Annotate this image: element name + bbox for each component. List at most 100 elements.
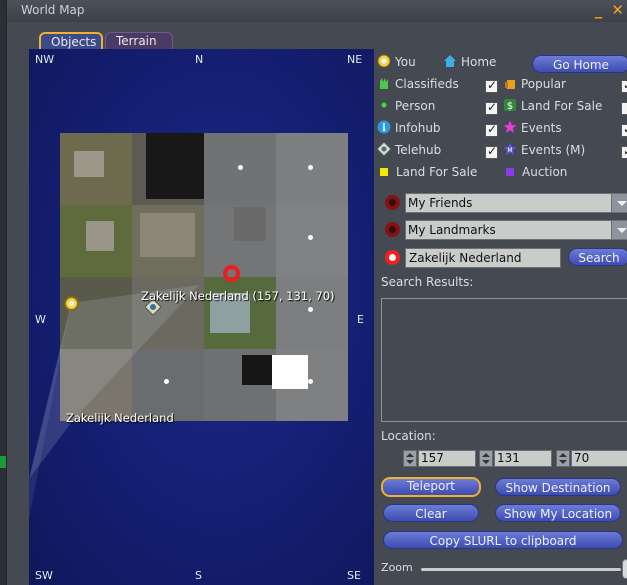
landmarks-dropdown[interactable]: My Landmarks [405,220,627,240]
popular-icon [505,80,515,89]
compass-sw: SW [35,569,53,582]
land-for-sale-swatch-icon [380,168,388,176]
popular-checkbox[interactable] [621,78,627,93]
home-icon [444,55,456,67]
search-input[interactable]: Zakelijk Nederland [405,248,561,268]
compass-w: W [35,313,46,326]
clear-button[interactable]: Clear [383,504,479,522]
events-checkbox[interactable] [621,122,627,137]
zoom-slider-track[interactable] [421,568,621,571]
location-x-field[interactable]: 157 [418,450,476,467]
landmarks-marker-icon [385,222,400,237]
object-marker[interactable] [238,165,243,170]
world-map-view[interactable]: NW N NE W E SW S SE Zakelijk Nederland (… [29,49,374,585]
region-tile[interactable] [60,133,348,421]
location-label: Location: [381,429,436,443]
parcel [60,277,132,349]
person-icon [381,102,387,108]
location-z-field[interactable]: 70 [571,450,627,467]
auction-swatch-icon [506,168,514,176]
compass-s: S [195,569,202,582]
compass-e: E [357,313,364,326]
events-mature-checkbox[interactable] [621,144,627,159]
region-name-label: Zakelijk Nederland [66,411,174,425]
parcel [272,355,308,389]
svg-text:i: i [382,123,386,134]
compass-n: N [195,53,204,66]
parcel [234,207,266,241]
object-marker[interactable] [308,307,313,312]
show-destination-button[interactable]: Show Destination [495,478,621,496]
parcel [242,355,272,385]
close-icon[interactable]: ✕ [611,1,624,19]
legend-person: Person [377,98,435,118]
parcel [276,277,348,349]
stepper-arrows-icon[interactable] [556,450,570,467]
hover-location-label: Zakelijk Nederland (157, 131, 70) [141,289,335,303]
object-marker[interactable] [164,379,169,384]
telehub-icon [377,142,391,156]
stepper-arrows-icon[interactable] [403,450,417,467]
go-home-button[interactable]: Go Home [532,55,627,73]
tab-terrain[interactable]: Terrain [105,32,173,50]
parcel [86,221,114,251]
compass-se: SE [347,569,361,582]
legend-popular: Popular [503,76,566,96]
search-results-list[interactable] [381,298,627,422]
friends-marker-icon [385,195,400,210]
dollar-sign-icon: $ [504,99,516,112]
search-marker-icon [385,250,400,265]
classifieds-icon [380,78,388,89]
legend-auction: Auction [503,165,567,185]
teleport-button[interactable]: Teleport [381,477,481,497]
legend-land-for-sale-color: Land For Sale [377,165,477,185]
parcel [74,151,104,177]
mature-star-icon: M [503,142,517,155]
chevron-down-icon[interactable] [611,194,627,212]
you-icon [377,54,391,68]
compass-ne: NE [347,53,363,66]
classifieds-checkbox[interactable] [485,78,498,93]
destination-marker-icon[interactable] [223,265,240,282]
show-my-location-button[interactable]: Show My Location [495,504,621,522]
svg-text:M: M [507,147,512,154]
minimize-icon[interactable]: _ [595,1,603,19]
legend-telehub: Telehub [377,142,441,162]
search-results-label: Search Results: [381,275,474,289]
map-controls-panel: You Home Go Home Classifieds Popular Per… [375,49,627,585]
land-for-sale-checkbox[interactable] [621,102,627,115]
legend-infohub: i Infohub [377,120,441,140]
parcel [276,205,348,277]
infohub-checkbox[interactable] [485,122,498,137]
you-marker-icon [64,296,79,311]
zoom-label: Zoom [381,561,413,574]
legend-home: Home [443,54,496,74]
object-marker[interactable] [308,379,313,384]
parcel [140,213,195,257]
person-checkbox[interactable] [485,100,498,115]
chevron-down-icon[interactable] [611,221,627,239]
legend-events-mature: M Events (M) [503,142,585,162]
telehub-checkbox[interactable] [485,144,498,159]
title-bar[interactable]: World Map _ ✕ [7,0,627,22]
stepper-arrows-icon[interactable] [479,450,493,467]
zoom-slider-handle[interactable] [622,559,627,579]
friends-dropdown[interactable]: My Friends [405,193,627,213]
legend-classifieds: Classifieds [377,76,459,96]
world-map-window: World Map _ ✕ Objects Terrain NW N NE W … [6,0,627,585]
info-icon: i [377,120,391,134]
object-marker[interactable] [308,165,313,170]
object-marker[interactable] [308,235,313,240]
parcel [132,277,204,349]
search-button[interactable]: Search [568,248,627,266]
location-y-field[interactable]: 131 [494,450,552,467]
compass-nw: NW [35,53,55,66]
legend-you: You [377,54,416,74]
tab-objects[interactable]: Objects [39,32,103,50]
copy-slurl-button[interactable]: Copy SLURL to clipboard [383,531,623,549]
parcel [146,133,204,199]
legend-land-for-sale: $ Land For Sale [503,98,602,118]
star-icon [503,120,517,133]
svg-text:$: $ [507,101,513,112]
window-title: World Map [21,3,85,17]
